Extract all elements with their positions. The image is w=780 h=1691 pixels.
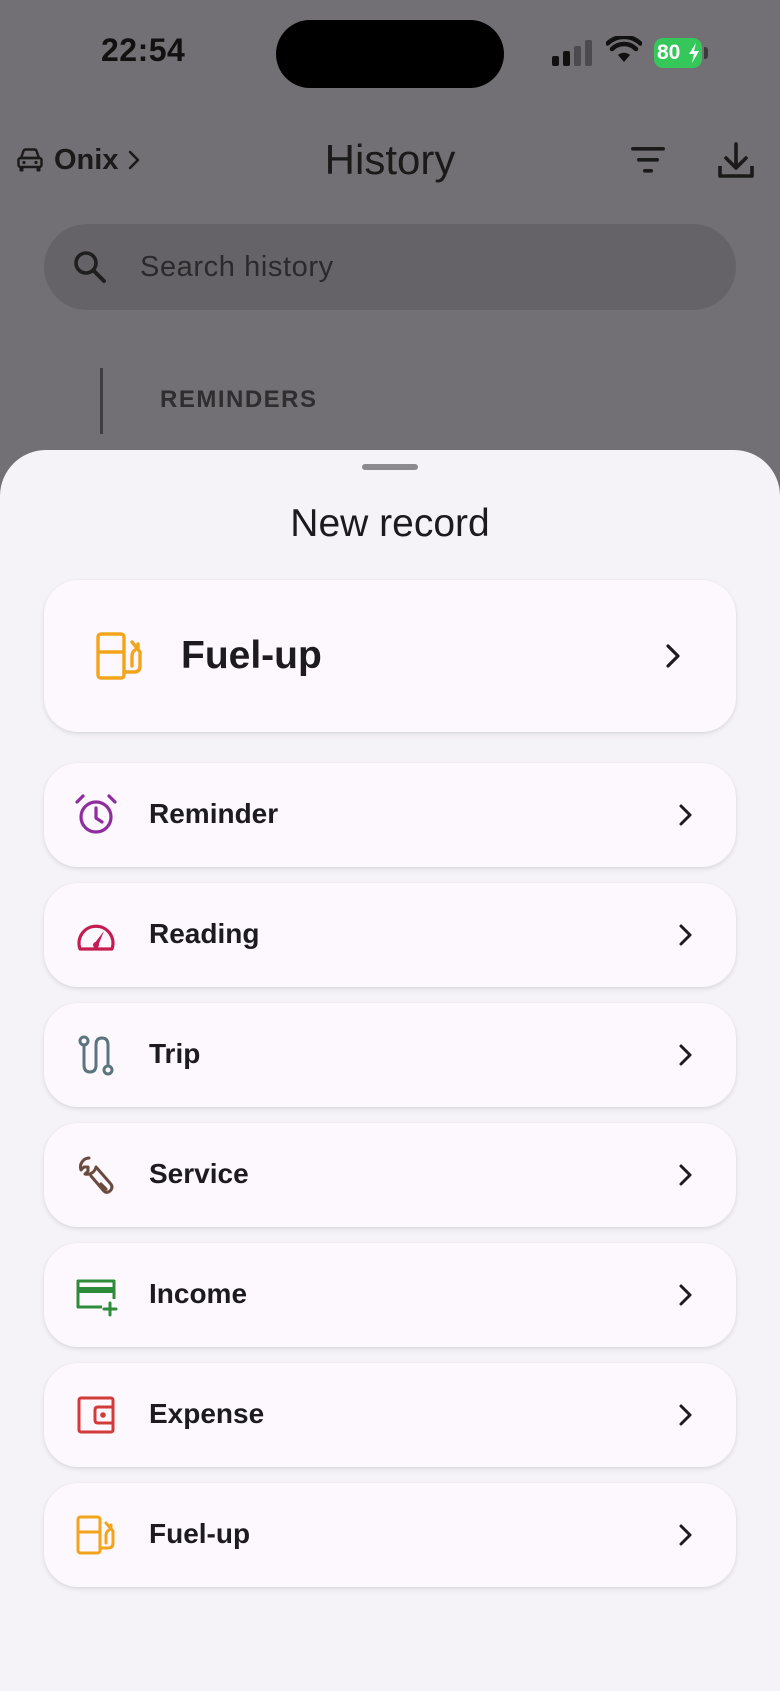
record-option-reminder[interactable]: Reminder [44, 763, 736, 867]
dynamic-island [276, 20, 504, 88]
record-option-label: Reminder [149, 798, 279, 829]
status-bar: 22:54 80 [0, 0, 780, 110]
record-option-label: Trip [149, 1038, 201, 1069]
record-option-label: Service [149, 1158, 249, 1189]
chevron-right-icon [679, 804, 692, 826]
sheet-drag-handle[interactable] [362, 464, 418, 470]
record-option-label: Income [149, 1278, 248, 1309]
record-option-reading[interactable]: Reading [44, 883, 736, 987]
chevron-right-icon [679, 1044, 692, 1066]
new-record-sheet: New record Fuel-up Reminder Reading Trip… [0, 450, 780, 1691]
chevron-right-icon [679, 924, 692, 946]
search-icon [74, 251, 106, 283]
card-plus-icon [76, 1279, 118, 1317]
app-bar: Onix History [0, 120, 780, 200]
battery-percent: 80 [657, 41, 681, 64]
wrench-icon [79, 1156, 114, 1194]
record-option-label: Reading [149, 918, 260, 949]
cellular-signal-icon [552, 40, 594, 66]
record-option-income[interactable]: Income [44, 1243, 736, 1347]
chevron-right-icon [679, 1524, 692, 1546]
status-time: 22:54 [101, 32, 186, 68]
battery-indicator: 80 [654, 38, 710, 68]
fuel-pump-icon [76, 1515, 115, 1555]
chevron-right-icon [679, 1164, 692, 1186]
search-input[interactable] [138, 249, 702, 285]
record-option-trip[interactable]: Trip [44, 1003, 736, 1107]
search-bar[interactable] [44, 224, 736, 310]
wallet-icon [77, 1396, 115, 1434]
filter-icon[interactable] [628, 140, 672, 180]
section-header-reminders: REMINDERS [160, 386, 318, 413]
sheet-title: New record [290, 502, 490, 545]
fuel-pump-icon [96, 632, 142, 680]
record-option-fuel-up[interactable]: Fuel-up [44, 1483, 736, 1587]
wifi-icon [606, 36, 642, 62]
record-option-label: Fuel-up [149, 1518, 251, 1549]
record-option-expense[interactable]: Expense [44, 1363, 736, 1467]
chevron-right-icon [679, 1284, 692, 1306]
chevron-right-icon [679, 1404, 692, 1426]
record-option-label: Expense [149, 1398, 265, 1429]
charging-bolt-icon [689, 43, 699, 63]
timeline-line [100, 368, 103, 434]
chevron-right-icon [666, 644, 680, 668]
record-option-label: Fuel-up [181, 634, 322, 677]
speedometer-icon [77, 924, 115, 951]
route-icon [78, 1035, 114, 1076]
download-icon[interactable] [714, 138, 758, 182]
record-option-service[interactable]: Service [44, 1123, 736, 1227]
record-option-fuel-up-featured[interactable]: Fuel-up [44, 580, 736, 732]
alarm-clock-icon [75, 794, 117, 834]
